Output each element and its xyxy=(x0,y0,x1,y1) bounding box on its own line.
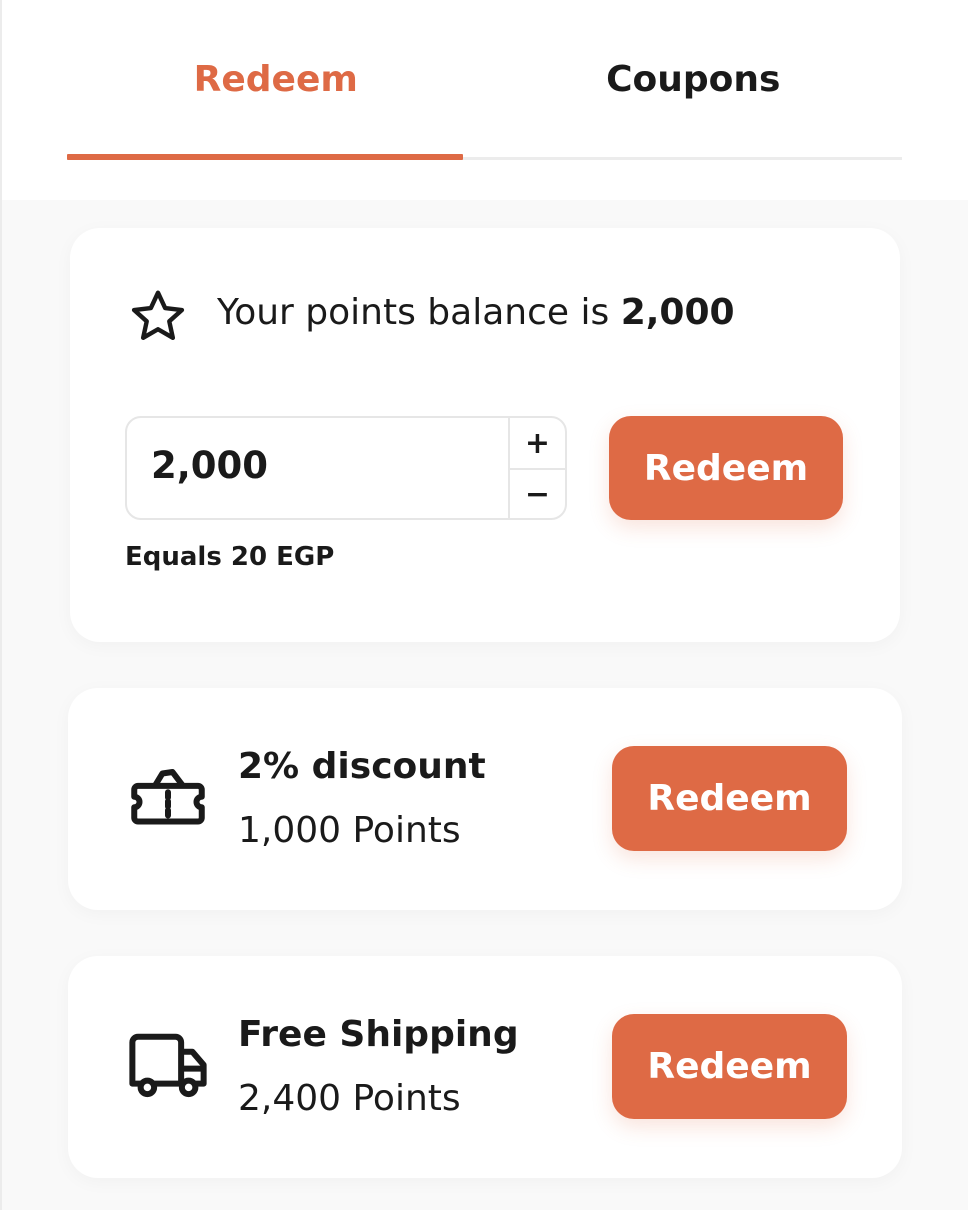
offer-title: Free Shipping xyxy=(238,1014,519,1055)
tab-coupons[interactable]: Coupons xyxy=(485,0,903,162)
decrement-button[interactable]: − xyxy=(510,468,565,518)
quantity-stepper: + − xyxy=(508,418,565,518)
balance-prefix: Your points balance is xyxy=(217,292,621,333)
tab-redeem[interactable]: Redeem xyxy=(67,0,485,162)
offer-points-cost: 2,400 Points xyxy=(238,1078,461,1119)
offer-points-cost: 1,000 Points xyxy=(238,810,461,851)
offer-card-discount: 2% discount 1,000 Points Redeem xyxy=(68,688,902,910)
offer-title: 2% discount xyxy=(238,746,486,787)
redeem-discount-button[interactable]: Redeem xyxy=(612,746,847,851)
coupon-ticket-icon xyxy=(131,769,205,825)
tab-bar: Redeem Coupons xyxy=(67,0,902,162)
points-input-field[interactable]: 2,000 + − xyxy=(125,416,567,520)
offer-card-free-shipping: Free Shipping 2,400 Points Redeem xyxy=(68,956,902,1178)
redeem-points-button[interactable]: Redeem xyxy=(609,416,843,520)
points-balance-text: Your points balance is 2,000 xyxy=(217,292,735,333)
points-input-value[interactable]: 2,000 xyxy=(151,444,268,487)
redeem-free-shipping-button[interactable]: Redeem xyxy=(612,1014,847,1119)
balance-amount: 2,000 xyxy=(620,292,735,333)
equivalent-value-text: Equals 20 EGP xyxy=(125,542,335,572)
points-balance-card: Your points balance is 2,000 2,000 + − E… xyxy=(70,228,900,642)
star-icon xyxy=(131,290,185,340)
delivery-truck-icon xyxy=(129,1033,207,1098)
increment-button[interactable]: + xyxy=(510,418,565,468)
active-tab-indicator xyxy=(67,154,463,160)
